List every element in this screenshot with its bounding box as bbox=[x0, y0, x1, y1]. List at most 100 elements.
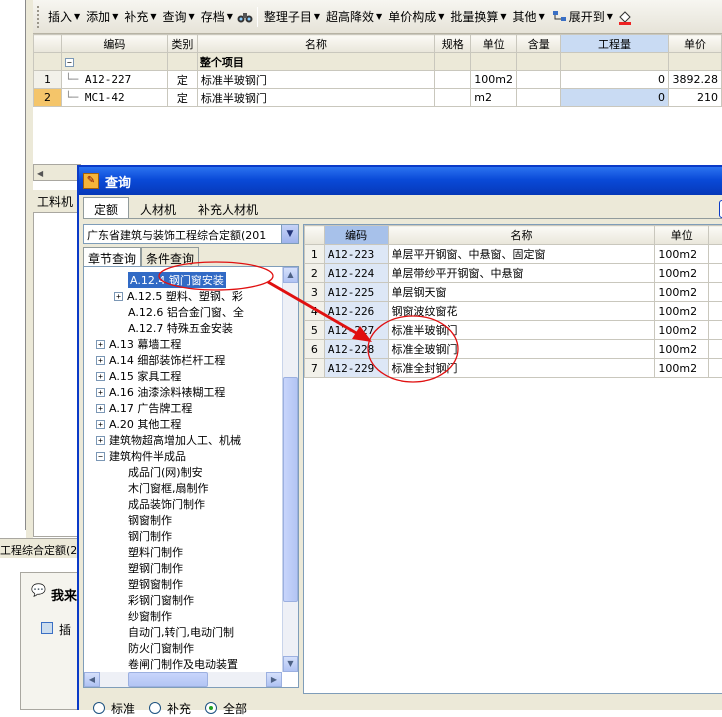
col-header-unit[interactable]: 单位 bbox=[471, 35, 517, 53]
expand-icon[interactable]: + bbox=[96, 340, 105, 349]
col-header-unit[interactable]: 单位 bbox=[655, 226, 709, 245]
expand-icon[interactable]: + bbox=[96, 356, 105, 365]
name-cell[interactable]: 单层钢天窗 bbox=[388, 283, 655, 302]
background-panel-item[interactable]: 插 bbox=[41, 621, 71, 638]
tree-item[interactable]: +A.12.5 塑料、塑钢、彩 bbox=[114, 288, 243, 304]
quantity-cell[interactable]: 0 bbox=[561, 71, 669, 89]
tree-vscroll[interactable]: ▲ ▼ bbox=[282, 267, 298, 672]
tree-item[interactable]: 彩钢门窗制作 bbox=[128, 592, 194, 608]
tree-vscroll-thumb[interactable] bbox=[283, 377, 298, 602]
tab-chapter-query[interactable]: 章节查询 bbox=[83, 247, 141, 267]
code-cell[interactable]: A12-227 bbox=[324, 321, 388, 340]
tab-labor-material-machine[interactable]: 人材机 bbox=[129, 197, 187, 219]
expand-to-button[interactable]: 展开到▼ bbox=[548, 6, 616, 28]
content-cell[interactable] bbox=[517, 89, 561, 107]
content-cell[interactable] bbox=[517, 71, 561, 89]
unit-cell[interactable]: m2 bbox=[471, 89, 517, 107]
table-row[interactable]: 5A12-227标准半玻钢门100m2 bbox=[305, 321, 722, 340]
row-number[interactable]: 4 bbox=[305, 302, 325, 321]
name-cell[interactable]: 钢窗波纹窗花 bbox=[388, 302, 655, 321]
tree-item[interactable]: A.12.6 铝合金门窗、全 bbox=[128, 304, 244, 320]
name-cell[interactable]: 标准半玻钢门 bbox=[197, 89, 434, 107]
paint-bucket-icon[interactable] bbox=[616, 8, 634, 26]
unit-cell[interactable]: 100m2 bbox=[655, 283, 709, 302]
unit-cell[interactable]: 100m2 bbox=[655, 359, 709, 378]
tree-item[interactable]: 成品装饰门制作 bbox=[128, 496, 205, 512]
code-cell[interactable]: └─ MC1-42 bbox=[61, 89, 167, 107]
tree-item[interactable]: 卷闸门制作及电动装置 bbox=[128, 656, 238, 672]
unit-cell[interactable]: 100m2 bbox=[655, 302, 709, 321]
tree-item[interactable]: A.12.7 特殊五金安装 bbox=[128, 320, 233, 336]
tree-item[interactable]: 钢窗制作 bbox=[128, 512, 172, 528]
insert-button[interactable]: 插入▼ bbox=[45, 6, 83, 28]
col-header-content[interactable]: 含量 bbox=[517, 35, 561, 53]
chevron-down-icon[interactable]: ▼ bbox=[281, 225, 298, 243]
tab-quota[interactable]: 定额 bbox=[83, 197, 129, 219]
unit-cell[interactable]: 100m2 bbox=[655, 264, 709, 283]
tree-hscroll[interactable]: ◀ ▶ bbox=[84, 672, 282, 688]
radio-standard[interactable]: 标准 bbox=[93, 700, 135, 716]
name-cell[interactable]: 标准全封钢门 bbox=[388, 359, 655, 378]
left-splitter[interactable] bbox=[26, 0, 33, 540]
archive-button[interactable]: 存档▼ bbox=[198, 6, 236, 28]
spec-cell[interactable] bbox=[435, 89, 471, 107]
row-number[interactable]: 2 bbox=[34, 89, 62, 107]
extra-cell[interactable] bbox=[709, 245, 722, 264]
row-number[interactable]: 6 bbox=[305, 340, 325, 359]
unit-cell[interactable]: 100m2 bbox=[655, 321, 709, 340]
main-grid-hscroll[interactable]: ◀ bbox=[33, 164, 81, 181]
resource-panel-label[interactable]: 工料机 bbox=[33, 190, 81, 212]
row-number[interactable]: 1 bbox=[305, 245, 325, 264]
query-button[interactable]: 查询▼ bbox=[160, 6, 198, 28]
tab-condition-query[interactable]: 条件查询 bbox=[141, 247, 199, 267]
expand-icon[interactable]: + bbox=[96, 436, 105, 445]
tree-item[interactable]: 成品门(网)制安 bbox=[128, 464, 203, 480]
add-button[interactable]: 添加▼ bbox=[83, 6, 121, 28]
col-header-name[interactable]: 名称 bbox=[197, 35, 434, 53]
extra-cell[interactable] bbox=[709, 340, 722, 359]
scroll-right-icon[interactable]: ▶ bbox=[266, 672, 282, 687]
group-collapse-toggle[interactable]: − bbox=[61, 53, 167, 71]
name-cell[interactable]: 标准半玻钢门 bbox=[388, 321, 655, 340]
name-cell[interactable]: 单层带纱平开钢窗、中悬窗 bbox=[388, 264, 655, 283]
tab-supplementary-materials[interactable]: 补充人材机 bbox=[187, 197, 269, 219]
code-cell[interactable]: A12-225 bbox=[324, 283, 388, 302]
radio-all[interactable]: 全部 bbox=[205, 700, 247, 716]
table-row[interactable]: 3A12-225单层钢天窗100m2 bbox=[305, 283, 722, 302]
other-button[interactable]: 其他▼ bbox=[510, 6, 548, 28]
code-cell[interactable]: A12-226 bbox=[324, 302, 388, 321]
row-number[interactable]: 5 bbox=[305, 321, 325, 340]
col-header-spec[interactable]: 规格 bbox=[435, 35, 471, 53]
col-header-quantity[interactable]: 工程量 bbox=[561, 35, 669, 53]
code-cell[interactable]: A12-228 bbox=[324, 340, 388, 359]
type-cell[interactable]: 定 bbox=[167, 89, 197, 107]
col-header-price[interactable]: 单价 bbox=[668, 35, 721, 53]
code-cell[interactable]: A12-223 bbox=[324, 245, 388, 264]
scroll-left-icon[interactable]: ◀ bbox=[84, 672, 100, 687]
collapse-icon[interactable]: − bbox=[96, 452, 105, 461]
tree-item[interactable]: +A.17 广告牌工程 bbox=[96, 400, 192, 416]
extra-cell[interactable] bbox=[709, 321, 722, 340]
extra-cell[interactable] bbox=[709, 283, 722, 302]
row-number[interactable]: 7 bbox=[305, 359, 325, 378]
tree-item[interactable]: 塑料门制作 bbox=[128, 544, 183, 560]
price-cell[interactable]: 3892.28 bbox=[668, 71, 721, 89]
table-row[interactable]: 2A12-224单层带纱平开钢窗、中悬窗100m2 bbox=[305, 264, 722, 283]
unit-cell[interactable]: 100m2 bbox=[655, 245, 709, 264]
tree-item[interactable]: +A.16 油漆涂料裱糊工程 bbox=[96, 384, 225, 400]
unit-cell[interactable]: 100m2 bbox=[655, 340, 709, 359]
col-header-code[interactable]: 编码 bbox=[324, 226, 388, 245]
batch-conversion-button[interactable]: 批量换算▼ bbox=[447, 6, 509, 28]
toolbar-grip[interactable] bbox=[37, 6, 41, 28]
tree-item[interactable]: 木门窗框,扇制作 bbox=[128, 480, 209, 496]
organize-subitems-button[interactable]: 整理子目▼ bbox=[261, 6, 323, 28]
radio-all-circle[interactable] bbox=[205, 702, 217, 714]
expand-icon[interactable]: + bbox=[114, 292, 123, 301]
price-cell[interactable]: 210 bbox=[668, 89, 721, 107]
tree-item[interactable]: +A.14 细部装饰栏杆工程 bbox=[96, 352, 225, 368]
expand-icon[interactable]: + bbox=[96, 388, 105, 397]
radio-supplement-circle[interactable] bbox=[149, 702, 161, 714]
binoculars-icon[interactable] bbox=[236, 8, 254, 26]
name-cell[interactable]: 标准全玻钢门 bbox=[388, 340, 655, 359]
tree-item[interactable]: +A.15 家具工程 bbox=[96, 368, 181, 384]
